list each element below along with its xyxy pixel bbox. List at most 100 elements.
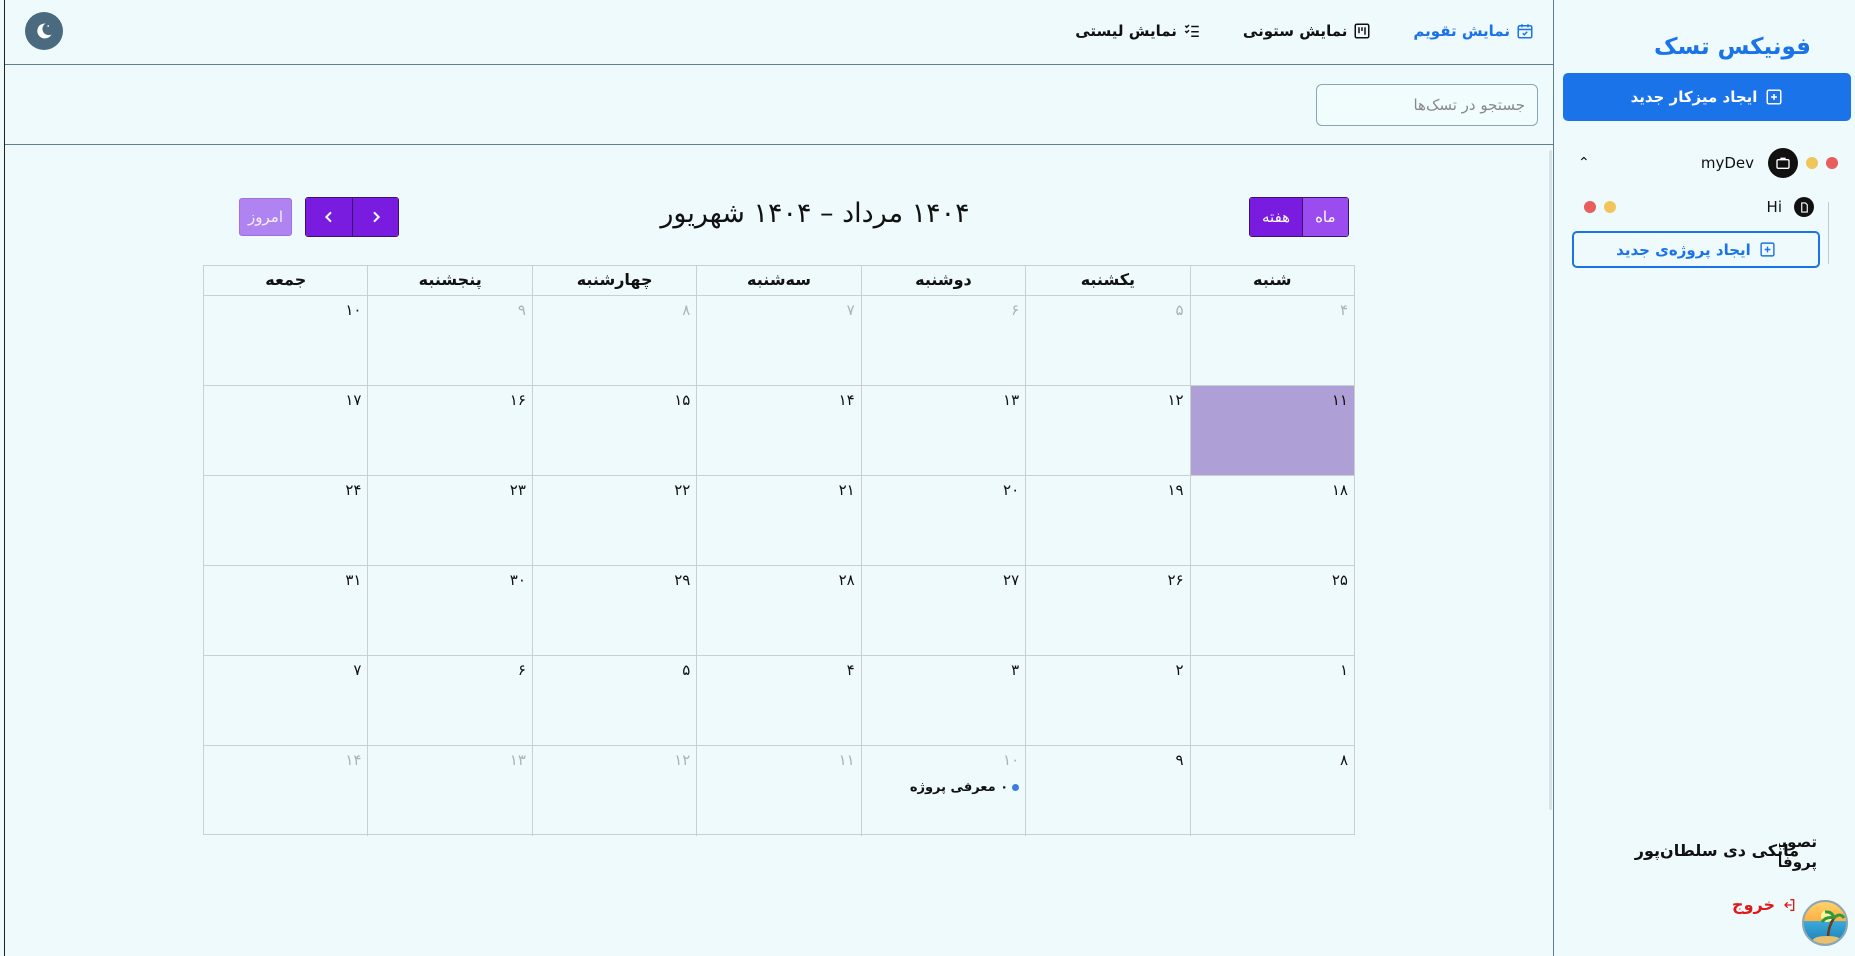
day-cell[interactable]: ۱۲ <box>1025 386 1189 475</box>
day-cell[interactable]: ۲۲ <box>531 476 696 565</box>
day-cell[interactable]: ۱۰ <box>204 296 367 385</box>
day-cell[interactable]: ۲۷ <box>860 566 1025 655</box>
avatar[interactable] <box>1802 900 1848 946</box>
day-number: ۲۱ <box>838 481 855 499</box>
day-number: ۱۳ <box>1003 391 1020 409</box>
day-cell[interactable]: ۱۳ <box>860 386 1025 475</box>
view-kanban-label: نمایش ستونی <box>1242 22 1348 40</box>
search-input[interactable] <box>1316 84 1538 126</box>
day-number: ۱۳ <box>509 751 526 769</box>
day-cell[interactable]: ۶ <box>367 656 531 745</box>
day-number: ۳۰ <box>509 571 526 589</box>
day-cell[interactable]: ۱۸ <box>1189 476 1354 565</box>
day-cell[interactable]: ۲۸ <box>696 566 860 655</box>
main-panel: نمایش لیستی نمایش ستونی نمایش تقویم امرو… <box>4 0 1554 956</box>
calendar-grid: شنبه یکشنبه دوشنبه سه‌شنبه چهارشنبه پنجشنبه جم… <box>203 265 1355 836</box>
day-cell[interactable]: ۲۵ <box>1189 566 1354 655</box>
day-number: ۲۳ <box>509 481 526 499</box>
view-kanban-button[interactable]: نمایش ستونی <box>1243 22 1371 40</box>
day-number: ۱۹ <box>1167 481 1184 499</box>
view-calendar-button[interactable]: نمایش تقویم <box>1413 22 1534 40</box>
status-dot-red <box>1584 201 1596 213</box>
day-cell[interactable]: ۸ <box>1189 746 1354 836</box>
week-row: ۱ ۲ ۳ ۴ ۵ ۶ ۷ <box>204 656 1354 746</box>
day-cell[interactable]: ۱۰ ۰ معرفی پروژه <box>860 746 1025 836</box>
new-project-button[interactable]: ایجاد پروژه‌ی جدید <box>1572 231 1820 268</box>
day-number: ۲ <box>1175 661 1184 679</box>
event-dot-icon <box>1012 784 1020 791</box>
next-button[interactable] <box>352 198 398 236</box>
day-cell[interactable]: ۲۱ <box>696 476 860 565</box>
day-cell[interactable]: ۱۷ <box>204 386 367 475</box>
day-number: ۸ <box>682 301 691 319</box>
day-cell[interactable]: ۹ <box>1025 746 1189 836</box>
project-item[interactable]: Hi <box>1584 196 1814 218</box>
day-cell[interactable]: ۷ <box>696 296 860 385</box>
view-calendar-label: نمایش تقویم <box>1413 22 1510 40</box>
today-button[interactable]: امروز <box>239 198 292 236</box>
view-list-button[interactable]: نمایش لیستی <box>1075 22 1201 40</box>
logout-button[interactable]: خروج <box>1732 895 1797 914</box>
day-cell[interactable]: ۱۳ <box>367 746 531 836</box>
day-cell[interactable]: ۱۵ <box>531 386 696 475</box>
day-cell[interactable]: ۱۶ <box>367 386 531 475</box>
day-cell[interactable]: ۳ <box>860 656 1025 745</box>
day-cell[interactable]: ۳۱ <box>204 566 367 655</box>
calendar-mode-switch: هفته ماه <box>1249 197 1349 237</box>
calendar-title: ۱۴۰۴ مرداد – ۱۴۰۴ شهریور <box>660 198 970 229</box>
main-scrollbar[interactable] <box>1549 150 1552 810</box>
user-name: مانکی دی سلطان‌پور <box>1634 841 1799 860</box>
day-cell[interactable]: ۹ <box>367 296 531 385</box>
chevron-up-icon[interactable]: ⌃ <box>1578 155 1590 171</box>
day-cell[interactable]: ۱۴ <box>204 746 367 836</box>
day-number: ۴ <box>846 661 855 679</box>
day-number: ۹ <box>1175 751 1184 769</box>
week-row: ۴ ۵ ۶ ۷ ۸ ۹ ۱۰ <box>204 296 1354 386</box>
day-cell[interactable]: ۳۰ <box>367 566 531 655</box>
weekday-header-cell: سه‌شنبه <box>696 266 860 295</box>
day-cell[interactable]: ۲۰ <box>860 476 1025 565</box>
calendar-event[interactable]: ۰ معرفی پروژه <box>868 780 1020 795</box>
theme-toggle-button[interactable] <box>25 12 63 50</box>
weekday-header: شنبه یکشنبه دوشنبه سه‌شنبه چهارشنبه پنجشنبه جم… <box>204 266 1354 296</box>
day-cell[interactable]: ۱۴ <box>696 386 860 475</box>
day-cell[interactable]: ۷ <box>204 656 367 745</box>
list-check-icon <box>1184 24 1199 37</box>
day-number: ۳۱ <box>345 571 362 589</box>
day-cell[interactable]: ۱۲ <box>531 746 696 836</box>
day-cell[interactable]: ۸ <box>531 296 696 385</box>
week-mode-button[interactable]: هفته <box>1250 198 1304 236</box>
day-cell[interactable]: ۲۴ <box>204 476 367 565</box>
project-name: Hi <box>1766 198 1782 216</box>
view-switcher: نمایش لیستی نمایش ستونی نمایش تقویم <box>1075 0 1534 62</box>
weekday-header-cell: شنبه <box>1189 266 1354 295</box>
workspace-item[interactable]: myDev ⌃ <box>1578 148 1838 178</box>
weekday-header-cell: جمعه <box>265 270 307 289</box>
day-cell-today[interactable]: ۱۱ <box>1189 386 1354 475</box>
day-number: ۱۱ <box>1331 391 1348 409</box>
day-number: ۵ <box>682 661 691 679</box>
weekday-header-cell: یکشنبه <box>1025 266 1189 295</box>
day-cell[interactable]: ۱۱ <box>696 746 860 836</box>
chevron-left-icon <box>324 211 332 223</box>
day-number: ۷ <box>353 661 362 679</box>
chevron-right-icon <box>372 211 380 223</box>
day-cell[interactable]: ۱۹ <box>1025 476 1189 565</box>
day-number: ۱۰ <box>345 301 362 319</box>
day-cell[interactable]: ۵ <box>531 656 696 745</box>
day-cell[interactable]: ۲۳ <box>367 476 531 565</box>
day-cell[interactable]: ۶ <box>860 296 1025 385</box>
day-cell[interactable]: ۲۹ <box>531 566 696 655</box>
day-cell[interactable]: ۱ <box>1189 656 1354 745</box>
month-mode-button[interactable]: ماه <box>1303 198 1348 236</box>
new-workspace-button[interactable]: ایجاد میزکار جدید <box>1563 73 1851 121</box>
logout-label: خروج <box>1732 895 1775 914</box>
search-row <box>5 66 1554 145</box>
weekday-header-cell: چهارشنبه <box>531 266 696 295</box>
prev-button[interactable] <box>306 198 352 236</box>
day-cell[interactable]: ۴ <box>1189 296 1354 385</box>
day-cell[interactable]: ۲۶ <box>1025 566 1189 655</box>
day-cell[interactable]: ۲ <box>1025 656 1189 745</box>
day-cell[interactable]: ۴ <box>696 656 860 745</box>
day-cell[interactable]: ۵ <box>1025 296 1189 385</box>
